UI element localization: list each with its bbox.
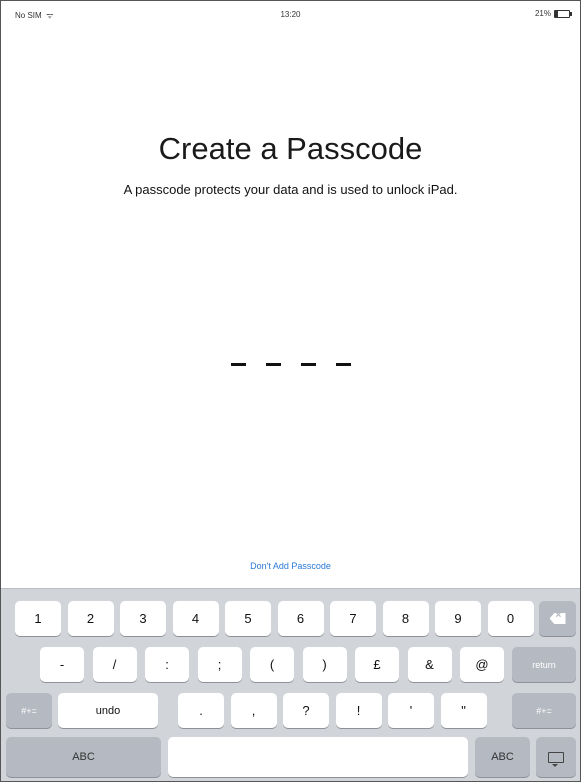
key-comma[interactable]: ,	[230, 693, 277, 728]
page-subtitle: A passcode protects your data and is use…	[123, 182, 458, 197]
key-slash[interactable]: /	[92, 647, 137, 682]
dont-add-passcode-link[interactable]: Don't Add Passcode	[1, 561, 580, 571]
passcode-digit-placeholder	[230, 363, 246, 366]
abc-right-key[interactable]: ABC	[475, 737, 530, 777]
space-key[interactable]	[168, 737, 468, 777]
passcode-digit-placeholder	[265, 363, 281, 366]
ipad-screen: No SIM ᯤ 13:20 21% Create a Passcode A p…	[0, 0, 581, 782]
key-pound[interactable]: £	[355, 647, 399, 682]
key-0[interactable]: 0	[487, 601, 534, 636]
undo-key[interactable]: undo	[58, 693, 158, 728]
key-close-paren[interactable]: )	[302, 647, 347, 682]
key-6[interactable]: 6	[277, 601, 324, 636]
key-ampersand[interactable]: &	[407, 647, 452, 682]
key-quote[interactable]: "	[440, 693, 487, 728]
key-5[interactable]: 5	[225, 601, 271, 636]
symbols-toggle-left-key[interactable]: #+=	[6, 693, 52, 728]
key-hyphen[interactable]: -	[40, 647, 84, 682]
key-8[interactable]: 8	[382, 601, 429, 636]
abc-left-key[interactable]: ABC	[6, 737, 161, 777]
key-2[interactable]: 2	[67, 601, 114, 636]
passcode-digit-placeholder	[335, 363, 351, 366]
status-battery: 21%	[534, 9, 572, 18]
passcode-field[interactable]	[1, 363, 580, 366]
symbols-toggle-right-key[interactable]: #+=	[512, 693, 576, 728]
return-key[interactable]: return	[512, 647, 576, 682]
key-at[interactable]: @	[460, 647, 504, 682]
battery-percent: 21%	[534, 9, 551, 18]
key-colon[interactable]: :	[145, 647, 189, 682]
battery-icon	[554, 9, 572, 18]
key-apostrophe[interactable]: '	[388, 693, 434, 728]
key-exclamation[interactable]: !	[335, 693, 382, 728]
delete-key[interactable]	[539, 601, 576, 636]
status-bar: No SIM ᯤ 13:20 21%	[1, 1, 580, 23]
key-3[interactable]: 3	[120, 601, 166, 636]
key-4[interactable]: 4	[172, 601, 219, 636]
delete-backspace-icon	[549, 613, 566, 624]
status-time: 13:20	[280, 10, 301, 19]
passcode-digit-placeholder	[300, 363, 316, 366]
key-question[interactable]: ?	[283, 693, 329, 728]
key-open-paren[interactable]: (	[250, 647, 294, 682]
key-9[interactable]: 9	[435, 601, 481, 636]
key-semicolon[interactable]: ;	[197, 647, 242, 682]
key-period[interactable]: .	[178, 693, 224, 728]
key-7[interactable]: 7	[330, 601, 376, 636]
keyboard: 1234567890 -/:;()£&@ return #+= undo .,?…	[1, 588, 580, 781]
key-1[interactable]: 1	[15, 601, 61, 636]
keyboard-dismiss-key[interactable]	[536, 737, 576, 777]
page-title: Create a Passcode	[158, 131, 423, 166]
keyboard-dismiss-icon	[548, 751, 564, 767]
